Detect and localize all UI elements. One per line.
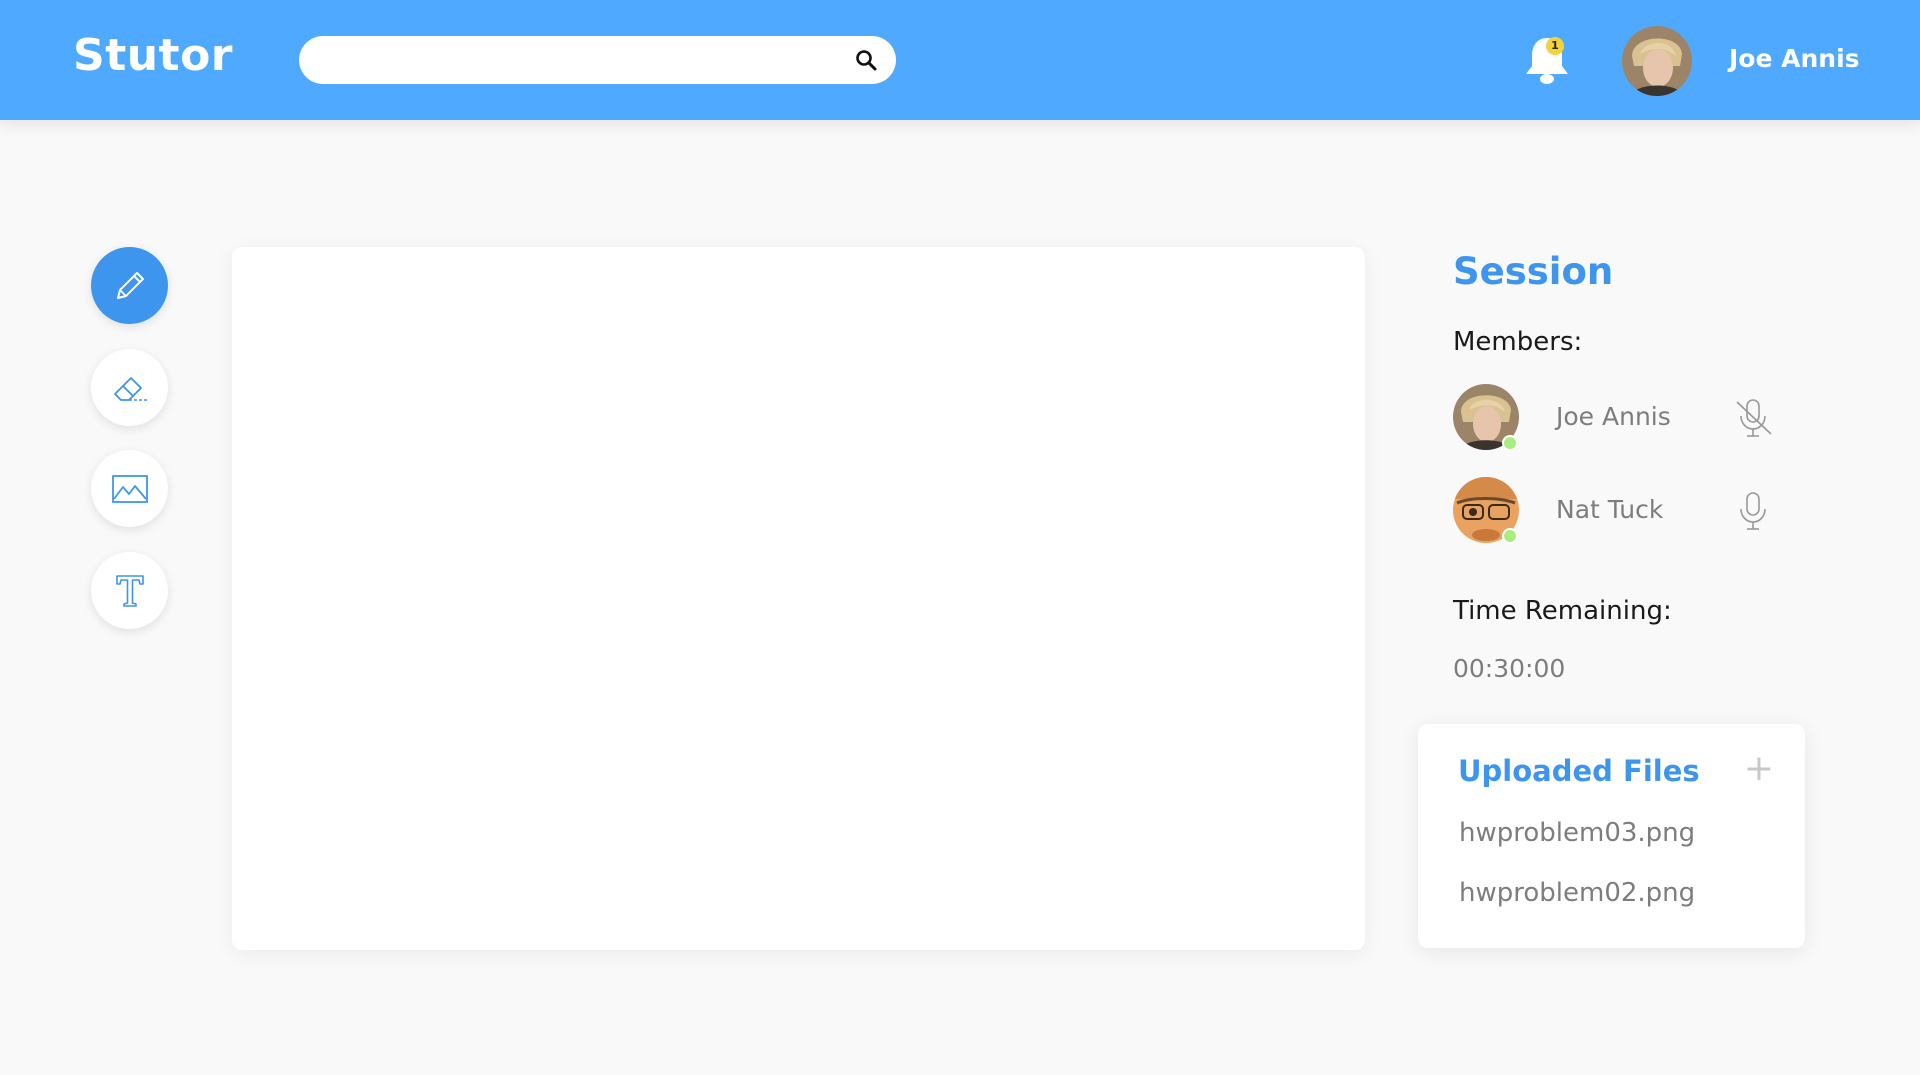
eraser-tool-button[interactable] [91, 349, 168, 426]
search-bar[interactable] [299, 36, 896, 84]
members-label: Members: [1453, 327, 1583, 357]
eraser-icon [113, 376, 147, 401]
file-item[interactable]: hwproblem03.png [1459, 818, 1695, 848]
member-name: Joe Annis [1556, 402, 1671, 431]
time-remaining-value: 00:30:00 [1453, 654, 1566, 683]
app-logo[interactable]: Stutor [73, 30, 233, 81]
uploaded-files-title: Uploaded Files [1458, 754, 1700, 788]
online-status-dot [1502, 435, 1518, 451]
uploaded-files-card: Uploaded Files + hwproblem03.png hwprobl… [1418, 724, 1805, 948]
image-tool-button[interactable] [91, 450, 168, 527]
file-item[interactable]: hwproblem02.png [1459, 878, 1695, 908]
pencil-tool-button[interactable] [91, 247, 168, 324]
whiteboard-canvas[interactable] [232, 247, 1365, 950]
notification-badge: 1 [1546, 37, 1564, 55]
mic-icon[interactable] [1731, 489, 1775, 533]
member-name: Nat Tuck [1556, 495, 1664, 524]
top-bar: Stutor 1 Joe Annis [0, 0, 1920, 120]
time-remaining-label: Time Remaining: [1453, 596, 1672, 626]
add-file-button[interactable]: + [1742, 751, 1776, 787]
search-input[interactable] [323, 36, 843, 84]
session-title: Session [1453, 250, 1614, 293]
search-icon[interactable] [854, 48, 878, 72]
text-tool-button[interactable] [91, 552, 168, 629]
member-row: Nat Tuck [1453, 477, 1793, 544]
member-row: Joe Annis [1453, 384, 1793, 451]
online-status-dot [1502, 528, 1518, 544]
mic-muted-icon[interactable] [1731, 396, 1775, 440]
header-username[interactable]: Joe Annis [1729, 44, 1860, 73]
image-icon [111, 474, 148, 503]
user-avatar[interactable] [1622, 26, 1692, 96]
pencil-icon [116, 271, 144, 299]
text-icon [115, 574, 144, 607]
